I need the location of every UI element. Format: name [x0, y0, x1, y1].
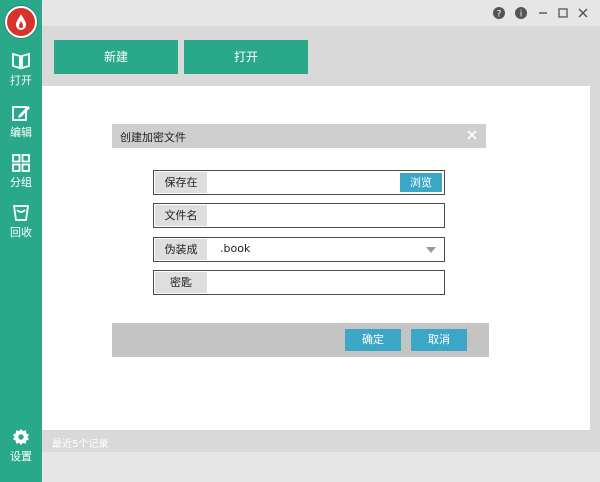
maximize-icon[interactable] — [556, 6, 570, 20]
gear-icon — [12, 428, 30, 446]
save-location-input[interactable] — [214, 173, 394, 192]
new-button[interactable]: 新建 — [54, 40, 178, 74]
file-name-input[interactable] — [214, 206, 394, 225]
app-logo — [5, 6, 37, 38]
help-icon[interactable]: ? — [492, 6, 506, 20]
disguise-select[interactable]: 伪装成 .book — [153, 237, 445, 262]
status-bar: 最近5个记录 — [42, 430, 600, 452]
password-input[interactable] — [214, 273, 394, 292]
sidebar-item-label: 回收 — [10, 226, 32, 239]
ok-button[interactable]: 确定 — [345, 329, 401, 351]
edit-icon — [12, 106, 30, 121]
bottom-band — [42, 452, 600, 482]
cancel-button[interactable]: 取消 — [411, 329, 467, 351]
password-label: 密匙 — [155, 272, 207, 293]
svg-text:?: ? — [497, 10, 502, 20]
trash-bag-icon — [12, 205, 30, 221]
sidebar-item-settings[interactable]: 设置 — [0, 428, 42, 476]
open-button[interactable]: 打开 — [184, 40, 308, 74]
browse-button[interactable]: 浏览 — [400, 173, 442, 192]
save-location-field: 保存在 浏览 — [153, 170, 445, 195]
disguise-label: 伪装成 — [155, 239, 207, 260]
sidebar-item-label: 分组 — [10, 176, 32, 189]
close-icon[interactable] — [464, 127, 480, 143]
disguise-value: .book — [220, 242, 251, 255]
book-icon — [12, 52, 30, 70]
grid-icon — [12, 154, 30, 172]
chevron-down-icon[interactable] — [426, 247, 436, 253]
file-name-field: 文件名 — [153, 203, 445, 228]
sidebar: 打开 编辑 分组 回收 设置 — [0, 0, 42, 482]
svg-text:i: i — [520, 10, 523, 20]
dialog-footer: 确定 取消 — [112, 323, 489, 357]
dialog-title: 创建加密文件 — [120, 131, 186, 144]
content-margin — [42, 86, 52, 430]
password-field: 密匙 — [153, 270, 445, 295]
content-margin — [590, 86, 600, 430]
sidebar-item-label: 编辑 — [10, 126, 32, 139]
recent-records-label: 最近5个记录 — [52, 439, 109, 450]
toolbar: 新建 打开 — [42, 26, 600, 86]
title-bar: ? i — [42, 0, 600, 26]
sidebar-item-group[interactable]: 分组 — [0, 154, 42, 202]
sidebar-item-label: 设置 — [10, 450, 32, 463]
save-location-label: 保存在 — [155, 172, 207, 193]
sidebar-item-label: 打开 — [10, 74, 32, 87]
flame-icon — [16, 14, 26, 30]
sidebar-item-edit[interactable]: 编辑 — [0, 104, 42, 152]
minimize-icon[interactable] — [536, 6, 550, 20]
file-name-label: 文件名 — [155, 205, 207, 226]
sidebar-item-recycle[interactable]: 回收 — [0, 204, 42, 252]
close-window-icon[interactable] — [576, 6, 590, 20]
info-icon[interactable]: i — [514, 6, 528, 20]
dialog-header: 创建加密文件 — [112, 124, 486, 148]
sidebar-item-open[interactable]: 打开 — [0, 52, 42, 100]
